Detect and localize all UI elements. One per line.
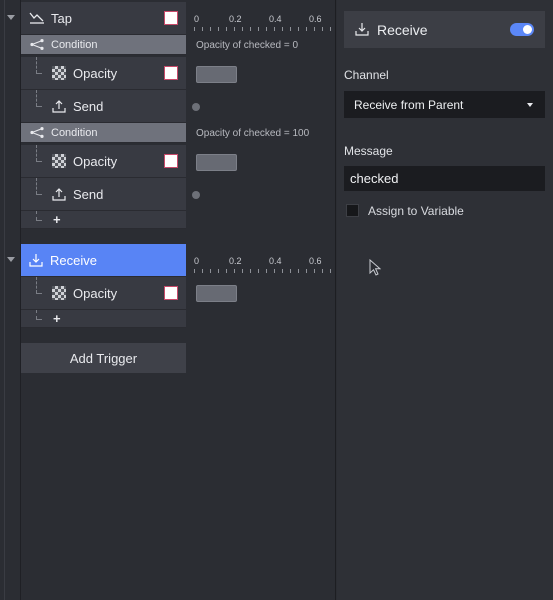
ruler-ticks xyxy=(194,269,332,273)
ruler-tick-label: 0 xyxy=(194,14,200,24)
condition-row[interactable]: Condition xyxy=(21,123,186,143)
mouse-pointer-icon xyxy=(369,258,382,281)
ruler-ticks xyxy=(194,27,332,31)
action-row-send[interactable]: Send xyxy=(21,90,186,123)
condition-label: Condition xyxy=(51,126,98,139)
ruler-tick-label: 0 xyxy=(194,256,200,266)
upload-icon xyxy=(52,187,66,201)
tree-guide xyxy=(36,319,42,320)
upload-icon xyxy=(52,99,66,113)
panel-header: Receive xyxy=(344,11,545,48)
tree-guide xyxy=(36,73,42,74)
send-marker[interactable] xyxy=(192,191,200,199)
action-label: Opacity xyxy=(73,65,118,81)
trigger-row-tap[interactable]: Tap xyxy=(21,2,186,35)
checker-icon xyxy=(52,286,66,300)
tree-guide xyxy=(36,277,37,293)
message-label: Message xyxy=(344,144,393,158)
ruler-tick-label: 0.4 xyxy=(269,14,282,24)
add-action-row[interactable]: + xyxy=(21,310,186,328)
ruler-tick-label: 0.6 xyxy=(309,14,322,24)
action-row-opacity[interactable]: Opacity xyxy=(21,277,186,310)
collapse-arrow-icon[interactable] xyxy=(7,257,15,262)
ruler-tick-label: 0.4 xyxy=(269,256,282,266)
enabled-toggle[interactable] xyxy=(510,23,534,36)
checker-icon xyxy=(52,66,66,80)
tree-guide xyxy=(36,310,37,319)
message-input[interactable] xyxy=(344,166,545,191)
add-action-button[interactable]: + xyxy=(53,212,61,227)
timeline: 0 0.2 0.4 0.6 Opacity of checked = 0 Opa… xyxy=(186,0,336,600)
condition-row[interactable]: Condition xyxy=(21,35,186,55)
assign-to-variable-checkbox[interactable] xyxy=(346,204,359,217)
tree-guide xyxy=(36,145,37,161)
action-label: Send xyxy=(73,186,104,202)
tree-guide xyxy=(36,211,37,220)
tree-guide xyxy=(36,293,42,294)
timeline-ruler: 0 0.2 0.4 0.6 xyxy=(186,256,336,273)
download-icon xyxy=(355,22,369,36)
channel-label: Channel xyxy=(344,68,389,82)
add-trigger-button[interactable]: Add Trigger xyxy=(21,343,186,373)
opacity-keyframe[interactable] xyxy=(196,285,237,302)
tree-guide xyxy=(36,57,37,73)
download-icon xyxy=(29,253,43,267)
preview-checkbox[interactable] xyxy=(164,66,178,80)
add-action-row[interactable]: + xyxy=(21,211,186,229)
checker-icon xyxy=(52,154,66,168)
action-row-opacity[interactable]: Opacity xyxy=(21,57,186,90)
caret-down-icon xyxy=(527,103,533,107)
trigger-row-receive[interactable]: Receive xyxy=(21,244,186,277)
tree-guide xyxy=(36,90,37,106)
gutter-line xyxy=(4,0,5,600)
condition-summary: Opacity of checked = 100 xyxy=(196,128,310,139)
send-marker[interactable] xyxy=(192,103,200,111)
left-gutter xyxy=(0,0,21,600)
properties-panel: Receive Channel Receive from Parent Mess… xyxy=(337,0,553,600)
action-label: Opacity xyxy=(73,153,118,169)
ruler-tick-label: 0.2 xyxy=(229,256,242,266)
condition-summary: Opacity of checked = 0 xyxy=(196,40,299,51)
channel-value: Receive from Parent xyxy=(354,97,464,112)
branch-icon xyxy=(30,39,44,50)
tree-guide xyxy=(36,161,42,162)
panel-title: Receive xyxy=(377,22,428,38)
channel-select[interactable]: Receive from Parent xyxy=(344,91,545,118)
condition-label: Condition xyxy=(51,38,98,51)
action-label: Send xyxy=(73,98,104,114)
ruler-tick-label: 0.6 xyxy=(309,256,322,266)
opacity-keyframe[interactable] xyxy=(196,66,237,83)
trigger-label: Tap xyxy=(51,10,72,26)
tree-guide xyxy=(36,178,37,194)
ruler-tick-label: 0.2 xyxy=(229,14,242,24)
trigger-label: Receive xyxy=(50,252,97,268)
action-label: Opacity xyxy=(73,285,118,301)
branch-icon xyxy=(30,127,44,138)
collapse-arrow-icon[interactable] xyxy=(7,15,15,20)
preview-checkbox[interactable] xyxy=(164,11,178,25)
action-row-opacity[interactable]: Opacity xyxy=(21,145,186,178)
preview-checkbox[interactable] xyxy=(164,286,178,300)
preview-checkbox[interactable] xyxy=(164,154,178,168)
tree-guide xyxy=(36,106,42,107)
timeline-ruler: 0 0.2 0.4 0.6 xyxy=(186,14,336,31)
tree-guide xyxy=(36,194,42,195)
tree-guide xyxy=(36,220,42,221)
tap-gesture-icon xyxy=(29,11,45,25)
assign-to-variable-label: Assign to Variable xyxy=(368,204,464,218)
action-row-send[interactable]: Send xyxy=(21,178,186,211)
opacity-keyframe[interactable] xyxy=(196,154,237,171)
add-action-button[interactable]: + xyxy=(53,311,61,326)
